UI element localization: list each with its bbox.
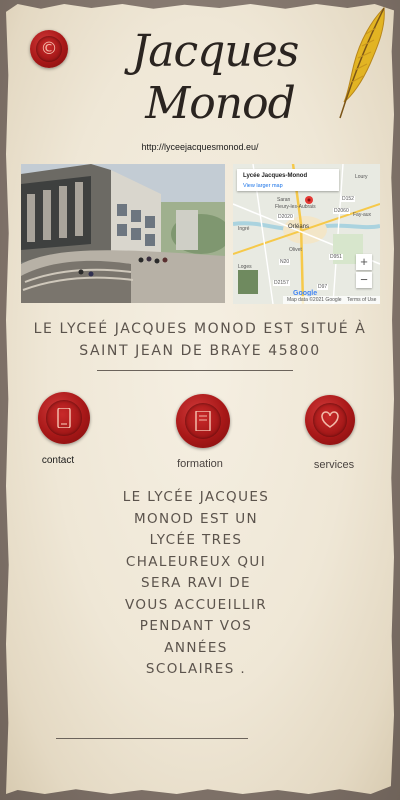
site-title-line2: Monod xyxy=(145,78,296,129)
footer-divider xyxy=(56,738,248,739)
nav-contact-button[interactable] xyxy=(38,392,90,444)
site-title-line1: Jacques xyxy=(131,26,300,77)
divider xyxy=(97,370,293,371)
map-attribution: Map data ©2021 Google xyxy=(287,297,342,303)
map-town-label: Orléans xyxy=(288,224,310,230)
site-url-link[interactable]: http://lyceejacquesmonod.eu/ xyxy=(120,142,280,152)
campus-photo xyxy=(21,164,225,303)
nav-contact-label[interactable]: contact xyxy=(30,455,86,466)
description-text: LE LYCÉE JACQUES MONOD EST UN LYCÉE TRES… xyxy=(122,489,270,677)
map-town-label: Ingré xyxy=(238,226,250,232)
map-terms-link[interactable]: Terms of Use xyxy=(347,297,376,303)
map-town-label: Loges xyxy=(238,264,252,270)
map-road-label: D97 xyxy=(317,284,329,290)
site-title: Jacques Monod xyxy=(120,26,310,130)
map-embed[interactable]: Lycée Jacques-Monod View larger map Lour… xyxy=(233,164,380,304)
map-attribution-bar: Map data ©2021 Google Terms of Use xyxy=(283,296,380,304)
map-town-label: Saran xyxy=(277,197,291,203)
book-icon xyxy=(195,411,211,431)
map-road-label: N20 xyxy=(279,259,291,265)
map-road-label: D951 xyxy=(329,254,343,260)
nav-services-button[interactable] xyxy=(305,395,355,445)
nav-services-label[interactable]: services xyxy=(298,459,370,471)
phone-icon xyxy=(57,408,71,428)
map-zoom-in-button[interactable]: + xyxy=(356,254,372,270)
feather-quill-icon xyxy=(339,6,385,119)
map-road-label: D2060 xyxy=(333,208,350,214)
map-zoom-out-button[interactable]: − xyxy=(356,272,372,288)
map-town-label: Loury xyxy=(355,174,368,180)
copyright-seal-icon: © xyxy=(40,39,58,59)
logo-seal[interactable]: © xyxy=(30,30,68,68)
map-town-label: Olivet xyxy=(289,247,302,253)
nav-formation-button[interactable] xyxy=(176,394,230,448)
map-road-label: D152 xyxy=(341,196,355,202)
location-heading: LE LYCEÉ JACQUES MONOD EST SITUÉ À SAINT… xyxy=(33,321,367,359)
heart-icon xyxy=(321,411,339,428)
nav-formation-label[interactable]: formation xyxy=(164,458,236,470)
map-larger-link[interactable]: View larger map xyxy=(243,183,283,189)
map-road-label: D2020 xyxy=(277,214,294,220)
map-town-label: Fay-aux xyxy=(353,212,372,218)
map-road-label: D2157 xyxy=(273,280,290,286)
map-place-name: Lycée Jacques-Monod xyxy=(243,173,308,179)
map-place-card: Lycée Jacques-Monod View larger map xyxy=(237,169,339,191)
map-town-label: Fleury-les-Aubrais xyxy=(275,204,316,210)
